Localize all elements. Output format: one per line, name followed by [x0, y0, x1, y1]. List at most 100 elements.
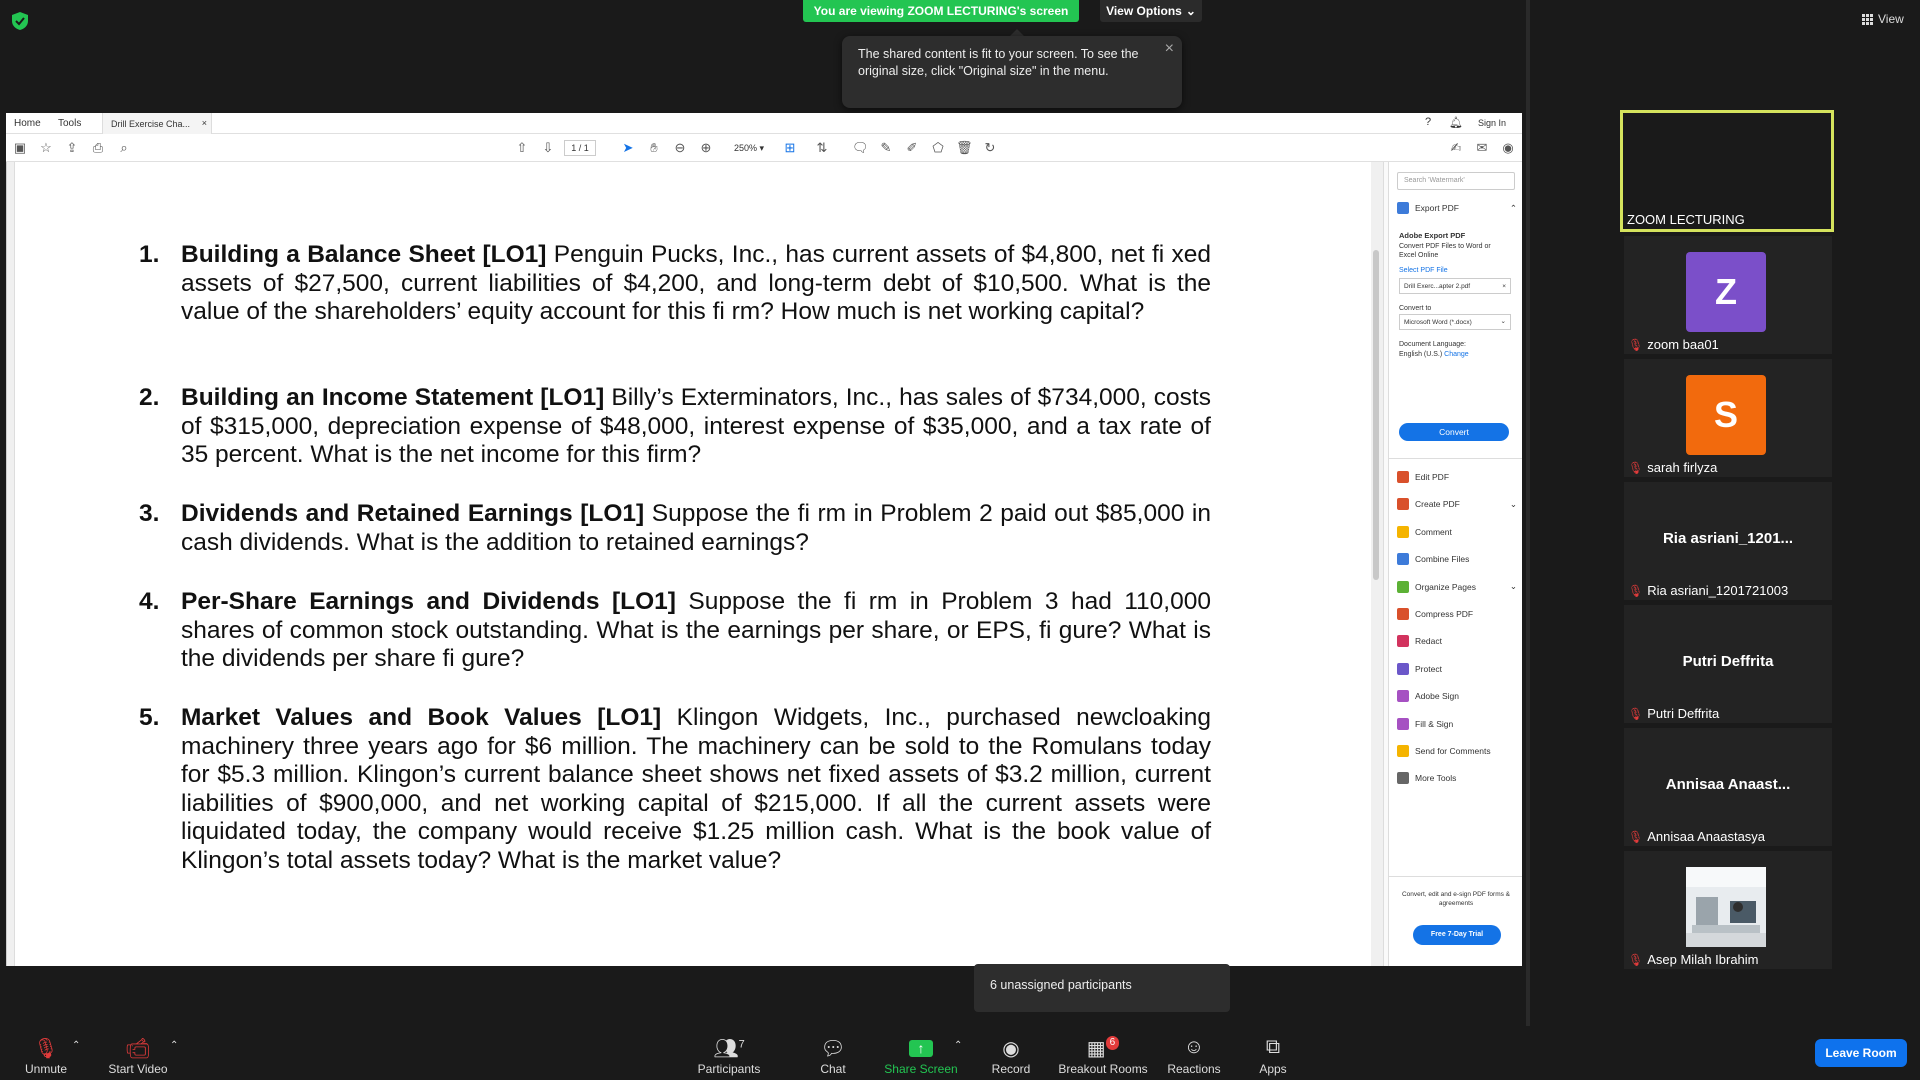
delete-icon[interactable]: 🗑︎: [956, 140, 973, 156]
participant-tile-active[interactable]: ZOOM LECTURING: [1620, 110, 1834, 232]
share-screen-button[interactable]: ↑ Share Screen: [884, 1036, 958, 1076]
audio-options-caret[interactable]: ⌃: [72, 1040, 80, 1051]
view-options-button[interactable]: View Options ⌄: [1100, 0, 1202, 22]
participant-tile[interactable]: Z 🎙︎ zoom baa01: [1624, 236, 1832, 354]
search-icon[interactable]: ⌕: [116, 140, 132, 156]
menu-home[interactable]: Home: [14, 118, 41, 129]
document-scrollbar[interactable]: [1371, 162, 1383, 966]
document-view[interactable]: 1. Building a Balance Sheet [LO1] Penguin…: [6, 162, 1393, 966]
export-pdf-header[interactable]: Export PDF ⌃: [1397, 202, 1517, 214]
record-label: Record: [991, 1062, 1031, 1076]
problem-number: 2.: [139, 384, 160, 411]
participant-tile[interactable]: 🎙︎ Asep Milah Ibrahim: [1624, 851, 1832, 969]
reactions-button[interactable]: ☺ Reactions: [1166, 1036, 1222, 1076]
select-pdf-link[interactable]: Select PDF File: [1399, 266, 1448, 275]
mail-icon[interactable]: ✉: [1474, 140, 1490, 156]
tool-create-pdf[interactable]: Create PDF ⌄: [1397, 498, 1517, 511]
chevron-down-icon[interactable]: ⌄: [1510, 581, 1517, 592]
left-pane-collapse[interactable]: [7, 162, 15, 966]
comment-icon[interactable]: 🗨︎: [852, 140, 869, 156]
unmute-button[interactable]: 🎙︎ Unmute: [20, 1036, 72, 1076]
fit-page-icon[interactable]: ⊞: [782, 140, 798, 156]
remove-file-icon[interactable]: ×: [1502, 282, 1506, 291]
security-shield-icon[interactable]: [12, 12, 28, 30]
start-video-button[interactable]: 📹︎ Start Video: [106, 1036, 170, 1076]
participant-label: 🎙︎ zoom baa01: [1628, 337, 1719, 352]
page-up-icon[interactable]: ⇧: [514, 140, 530, 156]
panel-divider[interactable]: [1526, 0, 1530, 1026]
chevron-down-icon: ⌄: [1500, 318, 1506, 325]
rotate-icon[interactable]: ↻: [982, 140, 998, 156]
participant-tile[interactable]: Putri Deffrita 🎙︎ Putri Deffrita: [1624, 605, 1832, 723]
chevron-up-icon[interactable]: ⌃: [1510, 203, 1517, 214]
free-trial-button[interactable]: Free 7-Day Trial: [1413, 925, 1501, 945]
draw-icon[interactable]: ✐: [904, 140, 920, 156]
share-options-caret[interactable]: ⌃: [954, 1040, 962, 1051]
document-tab[interactable]: Drill Exercise Cha... ×: [102, 113, 212, 134]
select-cursor-icon[interactable]: ➤: [620, 140, 636, 156]
convert-button[interactable]: Convert: [1399, 423, 1509, 441]
chevron-down-icon[interactable]: ⌄: [1510, 499, 1517, 510]
language-value: English (U.S.): [1399, 351, 1443, 358]
view-options-label: View Options: [1106, 4, 1182, 18]
document-tab-label: Drill Exercise Cha...: [111, 119, 191, 129]
export-pdf-icon: [1397, 202, 1409, 214]
page-down-icon[interactable]: ⇩: [540, 140, 556, 156]
sign-in-link[interactable]: Sign In: [1478, 118, 1506, 128]
help-icon[interactable]: ?: [1425, 116, 1431, 128]
account-icon[interactable]: ◉: [1500, 140, 1516, 156]
tool-label: Send for Comments: [1415, 746, 1491, 756]
change-language-link[interactable]: Change: [1444, 351, 1469, 358]
tool-icon: [1397, 498, 1409, 511]
hand-tool-icon[interactable]: ✋︎: [646, 140, 662, 156]
apps-button[interactable]: ⧉ Apps: [1258, 1036, 1288, 1076]
breakout-rooms-button[interactable]: ▦ 6 Breakout Rooms: [1058, 1036, 1148, 1076]
view-layout-button[interactable]: View: [1862, 12, 1904, 26]
tool-compress-pdf[interactable]: Compress PDF: [1397, 608, 1517, 620]
zoom-level-select[interactable]: 250% ▾: [724, 140, 774, 156]
tool-combine-files[interactable]: Combine Files: [1397, 553, 1517, 566]
tool-protect[interactable]: Protect: [1397, 662, 1517, 675]
participant-tile[interactable]: Ria asriani_1201... 🎙︎ Ria asriani_120172…: [1624, 482, 1832, 600]
tool-edit-pdf[interactable]: Edit PDF: [1397, 471, 1517, 483]
stamp-icon[interactable]: ⬠: [930, 140, 946, 156]
close-icon[interactable]: ×: [1165, 40, 1174, 57]
tool-comment[interactable]: Comment: [1397, 525, 1517, 538]
format-select[interactable]: Microsoft Word (*.docx) ⌄: [1399, 314, 1511, 330]
upload-icon[interactable]: ⇪: [64, 140, 80, 156]
tool-adobe-sign[interactable]: Adobe Sign: [1397, 690, 1517, 703]
record-button[interactable]: ◉ Record: [990, 1036, 1032, 1076]
participant-tile[interactable]: S 🎙︎ sarah firlyza: [1624, 359, 1832, 477]
zoom-value: 250%: [733, 143, 757, 153]
leave-room-button[interactable]: Leave Room: [1815, 1039, 1907, 1067]
tools-search-input[interactable]: Search 'Watermark': [1397, 172, 1515, 190]
zoom-out-icon[interactable]: ⊖: [672, 140, 688, 156]
tool-icon: [1397, 690, 1409, 703]
page-number-field[interactable]: 1 / 1: [564, 140, 596, 156]
tool-icon: [1397, 772, 1409, 785]
toast-text: The shared content is fit to your screen…: [858, 47, 1139, 78]
tool-more-tools[interactable]: More Tools: [1397, 772, 1517, 785]
save-icon[interactable]: ▣: [12, 140, 28, 156]
tool-fill-sign[interactable]: Fill & Sign: [1397, 717, 1517, 730]
chat-button[interactable]: 💬︎ Chat: [816, 1036, 850, 1076]
menu-tools[interactable]: Tools: [58, 118, 81, 129]
star-icon[interactable]: ☆: [38, 140, 54, 156]
muted-mic-icon: 🎙︎: [1628, 583, 1644, 598]
scroll-mode-icon[interactable]: ⇅: [814, 140, 830, 156]
participants-button[interactable]: 👥︎7 Participants: [694, 1036, 764, 1076]
problem-4: 4. Per-Share Earnings and Dividends [LO1]…: [139, 588, 1211, 674]
scrollbar-thumb[interactable]: [1373, 250, 1379, 580]
participant-tile[interactable]: Annisaa Anaast... 🎙︎ Annisaa Anaastasya: [1624, 728, 1832, 846]
zoom-in-icon[interactable]: ⊕: [698, 140, 714, 156]
tool-redact[interactable]: Redact: [1397, 635, 1517, 648]
video-options-caret[interactable]: ⌃: [170, 1040, 178, 1051]
tool-organize-pages[interactable]: Organize Pages ⌄: [1397, 580, 1517, 593]
sign-icon[interactable]: ✍︎: [1448, 140, 1464, 156]
tool-send-for-comments[interactable]: Send for Comments: [1397, 745, 1517, 757]
bell-icon[interactable]: 🔔︎: [1449, 116, 1463, 129]
print-icon[interactable]: ⎙: [90, 140, 106, 156]
close-tab-icon[interactable]: ×: [202, 118, 207, 128]
selected-file-field[interactable]: Drill Exerc...apter 2.pdf ×: [1399, 278, 1511, 294]
highlight-icon[interactable]: ✎: [878, 140, 894, 156]
